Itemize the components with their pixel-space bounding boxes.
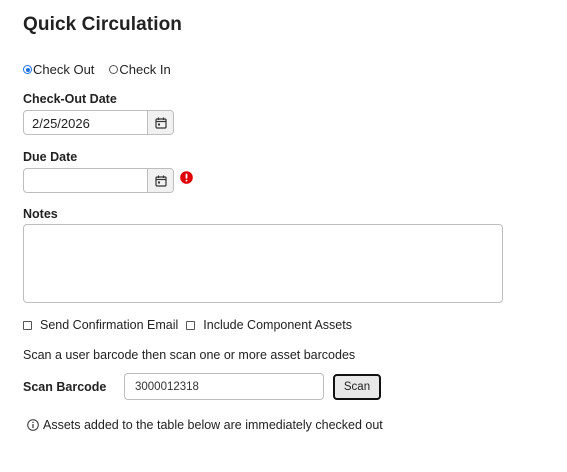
info-message: Assets added to the table below are imme… — [27, 418, 383, 432]
checkout-date-field[interactable]: 2/25/2026 — [23, 110, 174, 135]
info-circle-icon — [27, 419, 39, 431]
page-title: Quick Circulation — [23, 14, 183, 35]
due-date-calendar-button[interactable] — [147, 169, 173, 192]
circulation-mode-group: Check Out Check In — [23, 62, 171, 77]
check-out-label[interactable]: Check Out — [33, 62, 94, 77]
check-in-radio[interactable] — [109, 65, 119, 74]
send-email-label[interactable]: Send Confirmation Email — [40, 318, 178, 332]
notes-textarea[interactable] — [23, 224, 503, 303]
due-date-field[interactable] — [23, 168, 174, 193]
check-out-radio[interactable] — [23, 65, 32, 74]
exclamation-circle-icon — [180, 171, 193, 184]
checkout-date-value[interactable]: 2/25/2026 — [32, 116, 90, 131]
checkout-date-label: Check-Out Date — [23, 92, 117, 106]
scan-barcode-input[interactable]: 3000012318 — [124, 373, 324, 400]
scan-barcode-label: Scan Barcode — [23, 380, 107, 394]
check-in-label[interactable]: Check In — [119, 62, 170, 77]
calendar-icon — [154, 175, 167, 187]
checkout-date-calendar-button[interactable] — [147, 111, 173, 134]
send-email-checkbox[interactable] — [23, 320, 32, 330]
info-text: Assets added to the table below are imme… — [43, 418, 383, 432]
scan-button[interactable]: Scan — [333, 374, 381, 400]
include-components-checkbox[interactable] — [186, 320, 196, 330]
options-row: Send Confirmation Email Include Componen… — [23, 318, 352, 332]
include-components-label[interactable]: Include Component Assets — [203, 318, 352, 332]
scan-barcode-value[interactable]: 3000012318 — [135, 381, 199, 393]
calendar-icon — [154, 117, 167, 129]
notes-label: Notes — [23, 207, 58, 221]
due-date-label: Due Date — [23, 150, 78, 164]
scan-hint-text: Scan a user barcode then scan one or mor… — [23, 348, 356, 362]
